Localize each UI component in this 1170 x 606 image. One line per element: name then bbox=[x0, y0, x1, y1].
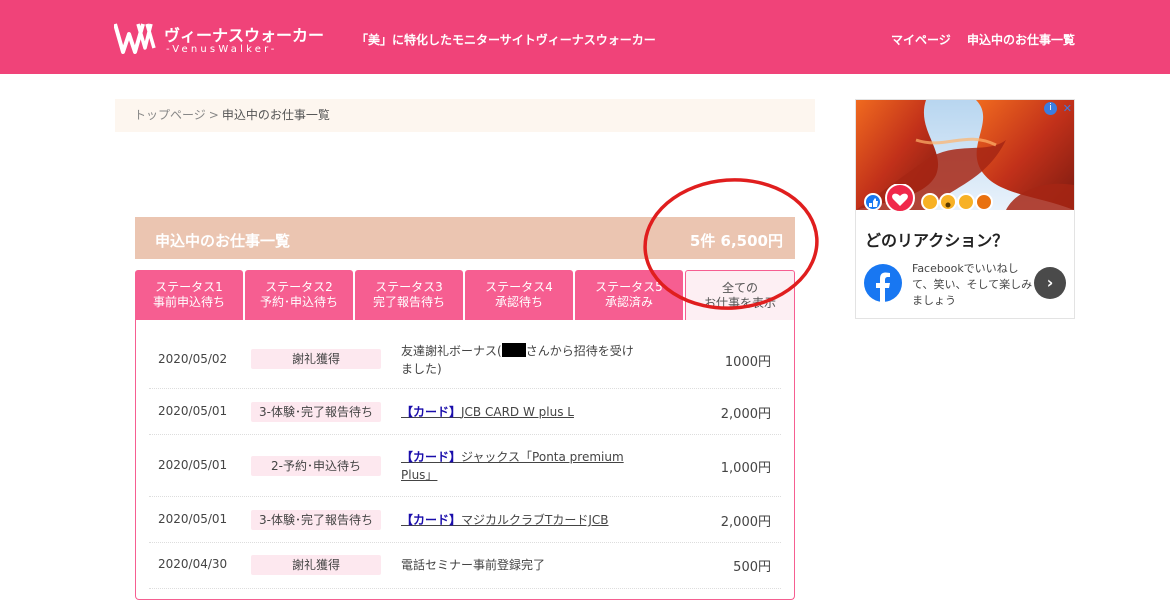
ad-body-text: Facebookでいいねして、笑い、そして楽しみましょう bbox=[912, 262, 1033, 307]
summary-bar: 申込中のお仕事一覧 5件 6,500円 bbox=[135, 217, 795, 259]
status-badge: 2-予約･申込待ち bbox=[251, 456, 381, 476]
facebook-ad[interactable]: i ✕ どのリアクション？ Facebookでいいねして、笑い、そして楽しみまし… bbox=[855, 99, 1075, 319]
tab-label-line1: ステータス5 bbox=[595, 280, 663, 294]
tab-label-line2: 承認待ち bbox=[494, 295, 543, 309]
tab-label-line1: ステータス2 bbox=[265, 280, 333, 294]
page-title: 申込中のお仕事一覧 bbox=[155, 232, 291, 250]
header-nav: マイページ 申込中のお仕事一覧 bbox=[879, 31, 1075, 48]
job-title-link[interactable]: 【カード】マジカルクラブTカードJCB bbox=[401, 511, 641, 529]
breadcrumb-home[interactable]: トップページ bbox=[134, 108, 206, 122]
logo-text: ヴィーナスウォーカー bbox=[164, 26, 325, 45]
job-title: 友達謝礼ボーナス(さんから招待を受けました) bbox=[401, 342, 641, 378]
nav-applied-jobs[interactable]: 申込中のお仕事一覧 bbox=[967, 33, 1075, 47]
tab-label-line1: ステータス1 bbox=[155, 280, 223, 294]
facebook-logo-icon bbox=[864, 264, 902, 302]
job-category: 【カード】 bbox=[401, 405, 462, 419]
redacted-name bbox=[501, 343, 526, 357]
job-date: 2020/05/01 bbox=[158, 512, 228, 526]
job-category: 【カード】 bbox=[401, 513, 462, 527]
tab-label-line1: ステータス4 bbox=[485, 280, 553, 294]
table-row: 2020/04/30 謝礼獲得 電話セミナー事前登録完了 500円 bbox=[149, 542, 781, 589]
tab-status1[interactable]: ステータス1 事前申込待ち bbox=[135, 270, 243, 320]
tab-status3[interactable]: ステータス3 完了報告待ち bbox=[355, 270, 463, 320]
reaction-icons bbox=[864, 184, 993, 213]
job-amount: 1000円 bbox=[724, 355, 771, 370]
job-amount: 2,000円 bbox=[720, 407, 771, 422]
tab-label-line2: 事前申込待ち bbox=[152, 295, 225, 309]
job-title-text: JCB CARD W plus L bbox=[461, 405, 574, 419]
angry-icon bbox=[975, 193, 993, 211]
site-logo[interactable]: ヴィーナスウォーカー -VenusWalker- bbox=[114, 20, 324, 60]
venus-walker-logo-icon bbox=[114, 23, 156, 54]
status-tabs: ステータス1 事前申込待ち ステータス2 予約･申込待ち ステータス3 完了報告待ち … bbox=[135, 270, 795, 320]
tab-status2[interactable]: ステータス2 予約･申込待ち bbox=[245, 270, 353, 320]
status-badge: 3-体験･完了報告待ち bbox=[251, 402, 381, 422]
ad-headline: どのリアクション？ bbox=[865, 231, 1009, 250]
tab-label-line2: 予約･申込待ち bbox=[259, 295, 338, 309]
breadcrumb-separator: > bbox=[208, 108, 219, 122]
job-date: 2020/05/01 bbox=[158, 404, 228, 418]
job-title-prefix: 友達謝礼ボーナス( bbox=[401, 344, 502, 358]
tab-label-line2: 完了報告待ち bbox=[372, 295, 445, 309]
job-category: 【カード】 bbox=[401, 450, 462, 464]
wow-icon bbox=[939, 193, 957, 211]
job-title: 電話セミナー事前登録完了 bbox=[401, 558, 546, 572]
logo-subtext: -VenusWalker- bbox=[166, 44, 278, 55]
tab-all-jobs[interactable]: 全ての お仕事を表示 bbox=[685, 270, 795, 320]
breadcrumb-current: 申込中のお仕事一覧 bbox=[221, 108, 330, 122]
job-list-panel: 2020/05/02 謝礼獲得 友達謝礼ボーナス(さんから招待を受けました) 1… bbox=[135, 320, 795, 600]
site-header: ヴィーナスウォーカー -VenusWalker- 「美」に特化したモニターサイト… bbox=[0, 0, 1170, 74]
job-amount: 2,000円 bbox=[720, 515, 771, 530]
tab-status5[interactable]: ステータス5 承認済み bbox=[575, 270, 683, 320]
table-row: 2020/05/01 3-体験･完了報告待ち 【カード】JCB CARD W p… bbox=[149, 388, 781, 435]
status-badge: 3-体験･完了報告待ち bbox=[251, 510, 381, 530]
tab-label-line2: お仕事を表示 bbox=[703, 296, 776, 310]
tab-label-line1: ステータス3 bbox=[375, 280, 443, 294]
job-date: 2020/04/30 bbox=[158, 557, 228, 571]
summary-total: 5件 6,500円 bbox=[689, 232, 783, 250]
sad-icon bbox=[957, 193, 975, 211]
job-title-link[interactable]: 【カード】ジャックス「Ponta premium Plus」 bbox=[401, 448, 641, 484]
job-amount: 1,000円 bbox=[720, 461, 771, 476]
table-row: 2020/05/01 2-予約･申込待ち 【カード】ジャックス「Ponta pr… bbox=[149, 434, 781, 497]
job-date: 2020/05/01 bbox=[158, 458, 228, 472]
job-date: 2020/05/02 bbox=[158, 352, 228, 366]
tab-status4[interactable]: ステータス4 承認待ち bbox=[465, 270, 573, 320]
breadcrumb: トップページ > 申込中のお仕事一覧 bbox=[115, 99, 815, 132]
job-title-link[interactable]: 【カード】JCB CARD W plus L bbox=[401, 403, 641, 421]
site-tagline: 「美」に特化したモニターサイトヴィーナスウォーカー bbox=[356, 33, 656, 47]
job-amount: 500円 bbox=[733, 560, 771, 575]
ad-close-icon[interactable]: ✕ bbox=[1063, 102, 1072, 115]
table-row: 2020/05/01 3-体験･完了報告待ち 【カード】マジカルクラブTカードJ… bbox=[149, 496, 781, 543]
ad-next-arrow-icon[interactable]: › bbox=[1034, 267, 1066, 299]
haha-icon bbox=[921, 193, 939, 211]
status-badge: 謝礼獲得 bbox=[251, 555, 381, 575]
ad-info-icon[interactable]: i bbox=[1044, 102, 1057, 115]
job-title-text: マジカルクラブTカードJCB bbox=[461, 513, 609, 527]
table-row: 2020/05/02 謝礼獲得 友達謝礼ボーナス(さんから招待を受けました) 1… bbox=[149, 336, 781, 389]
tab-label-line1: 全ての bbox=[721, 281, 758, 295]
nav-mypage[interactable]: マイページ bbox=[891, 33, 951, 47]
tab-label-line2: 承認済み bbox=[604, 295, 653, 309]
status-badge: 謝礼獲得 bbox=[251, 349, 381, 369]
